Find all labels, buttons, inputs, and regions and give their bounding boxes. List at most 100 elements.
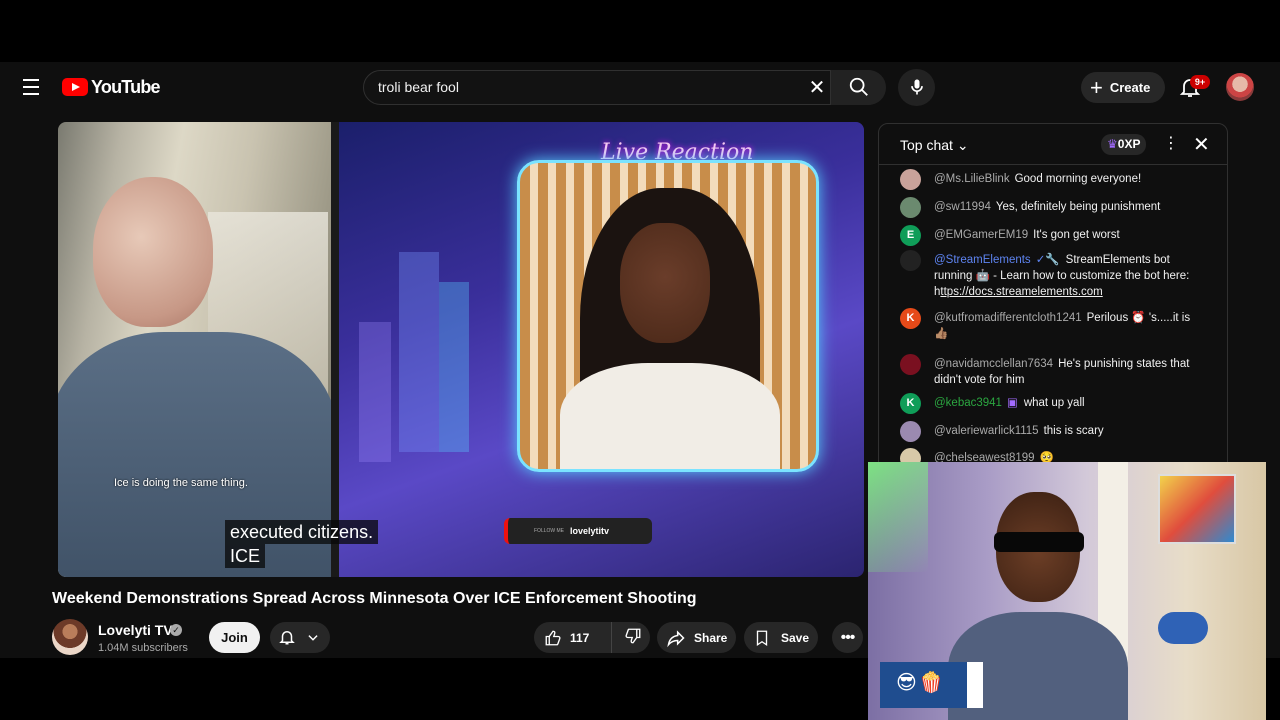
chat-message-body: @StreamElements ✓🔧 StreamElements bot runn… [934, 252, 1206, 300]
chat-avatar[interactable] [900, 250, 921, 271]
thumbs-up-icon [545, 630, 561, 645]
top-chat-dropdown[interactable]: Top chat ⌄ [900, 137, 969, 154]
chat-message-body: @Ms.LilieBlink Good morning everyone! [934, 171, 1206, 187]
chat-author[interactable]: @EMGamerEM19 [934, 229, 1028, 241]
chat-avatar[interactable]: E [900, 225, 921, 246]
save-button[interactable]: Save [744, 622, 818, 653]
social-handle-banner: FOLLOW ME lovelytitv [504, 518, 652, 544]
chat-avatar[interactable] [900, 169, 921, 190]
chat-header: Top chat ⌄ ♛0XP ⋮ ✕ [879, 124, 1227, 165]
chat-more-icon[interactable]: ⋮ [1163, 133, 1179, 153]
xp-label: 0XP [1117, 137, 1141, 151]
video-player[interactable]: Ice is doing the same thing. Live Reacti… [58, 122, 864, 577]
channel-avatar[interactable] [52, 619, 88, 655]
letterbox-top [0, 0, 1280, 62]
chat-avatar[interactable] [900, 197, 921, 218]
chat-message-body: @valeriewarlick1115 this is scary [934, 423, 1206, 439]
chat-message-body: @sw11994 Yes, definitely being punishment [934, 199, 1206, 215]
create-button[interactable]: + Create [1081, 72, 1165, 103]
chat-avatar[interactable]: K [900, 308, 921, 329]
wall-art [1158, 474, 1236, 544]
caption-line-2: ICE [225, 544, 266, 568]
search-button[interactable] [830, 70, 886, 105]
like-count: 117 [570, 630, 590, 645]
bookmark-icon [756, 630, 768, 646]
host-face [620, 223, 710, 343]
share-icon [667, 629, 685, 647]
share-button[interactable]: Share [657, 622, 736, 653]
voice-search-button[interactable] [898, 69, 935, 106]
chat-author[interactable]: @navidamcclellan7634 [934, 358, 1053, 370]
city-building [439, 282, 469, 452]
chat-author[interactable]: @sw11994 [934, 201, 991, 213]
chat-text: Good morning everyone! [1014, 173, 1142, 185]
chat-avatar[interactable]: K [900, 393, 921, 414]
sunglasses [994, 532, 1084, 552]
chat-text: what up yall [1023, 397, 1085, 409]
green-light [868, 462, 928, 572]
microphone-icon [911, 79, 923, 95]
video-title: Weekend Demonstrations Spread Across Min… [52, 590, 697, 607]
host-frame [517, 160, 819, 472]
logo-text: YouTube [91, 76, 161, 97]
youtube-play-icon [62, 78, 88, 96]
man-head [93, 177, 213, 327]
search-input[interactable]: troli bear fool [378, 79, 459, 95]
chat-author[interactable]: @valeriewarlick1115 [934, 425, 1039, 437]
subscription-bell-button[interactable] [270, 622, 330, 653]
bell-icon [279, 631, 295, 645]
moderator-wrench-icon: ✓🔧 [1035, 254, 1060, 266]
create-label: Create [1109, 80, 1151, 95]
left-panel-caption: Ice is doing the same thing. [114, 477, 248, 489]
save-label: Save [781, 630, 810, 645]
chat-text: It's gon get worst [1033, 229, 1120, 241]
close-chat-icon[interactable]: ✕ [1193, 132, 1210, 157]
follow-me-label: FOLLOW ME [534, 528, 565, 534]
channel-name[interactable]: Lovelyti TV [98, 622, 173, 638]
video-right-panel: Live Reaction FOLLOW ME lovelytitv [339, 122, 864, 577]
xp-badge[interactable]: ♛0XP [1101, 134, 1147, 155]
masthead: YouTube troli bear fool ✕ + Create 9+ [0, 62, 1280, 112]
menu-icon[interactable] [16, 73, 46, 101]
social-handle: lovelytitv [570, 526, 610, 536]
host-sweater [560, 363, 780, 469]
youtube-logo[interactable]: YouTube [62, 76, 161, 98]
search-box[interactable]: troli bear fool ✕ [363, 70, 886, 105]
chat-text: this is scary [1043, 425, 1104, 437]
clear-search-icon[interactable]: ✕ [804, 76, 830, 102]
chat-avatar[interactable] [900, 354, 921, 375]
crown-icon: ♛ [1107, 137, 1118, 151]
join-button[interactable]: Join [209, 622, 260, 653]
closed-captions: executed citizens. ICE [225, 520, 379, 568]
caption-line-1: executed citizens. [225, 520, 379, 544]
city-building [359, 322, 391, 462]
search-icon [849, 77, 868, 96]
chevron-down-icon: ⌄ [956, 137, 969, 153]
streamer [948, 492, 1128, 720]
chat-message-body: @kebac3941 ▣ what up yall [934, 395, 1206, 411]
notifications-badge: 9+ [1190, 75, 1210, 89]
chat-avatar[interactable] [900, 421, 921, 442]
chat-message-body: @EMGamerEM19 It's gon get worst [934, 227, 1206, 243]
top-chat-label: Top chat [900, 137, 953, 153]
share-label: Share [694, 630, 728, 645]
chat-author[interactable]: @Ms.LilieBlink [934, 173, 1010, 185]
chat-author[interactable]: @StreamElements [934, 254, 1031, 266]
chat-author[interactable]: @kutfromadifferentcloth1241 [934, 312, 1082, 324]
chat-link[interactable]: ttps://docs.streamelements.com [940, 286, 1102, 298]
more-actions-button[interactable]: ••• [832, 622, 863, 653]
thumbs-down-icon [625, 628, 641, 644]
city-building [399, 252, 439, 452]
chat-text: Yes, definitely being punishment [995, 201, 1161, 213]
chat-author[interactable]: @kebac3941 [934, 397, 1002, 409]
dislike-button[interactable] [612, 627, 642, 648]
like-dislike-group: 117 [534, 622, 650, 653]
account-avatar[interactable] [1226, 73, 1254, 101]
chevron-down-icon [308, 635, 318, 641]
plus-icon: + [1090, 74, 1103, 100]
like-button[interactable]: 117 [534, 622, 612, 653]
chat-message-body: @navidamcclellan7634 He's punishing state… [934, 356, 1206, 388]
verified-check-icon: ✓ [170, 624, 182, 636]
chat-message-body: @kutfromadifferentcloth1241 Perilous ⏰ 's… [934, 310, 1206, 342]
webcam-overlay: 😎🍿 [868, 462, 1266, 720]
